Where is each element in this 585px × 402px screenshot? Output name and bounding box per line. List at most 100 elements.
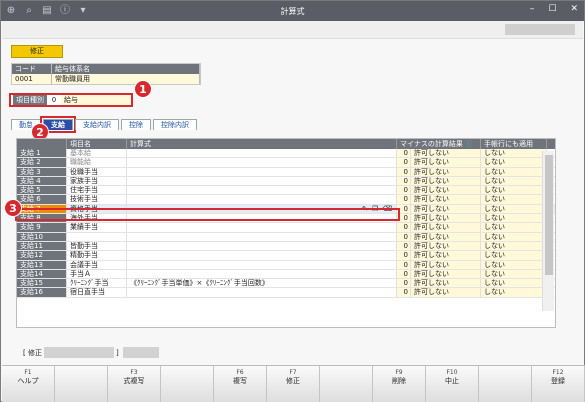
row-apply[interactable]: しない [481, 251, 547, 260]
row-apply[interactable]: しない [481, 214, 547, 223]
row-minus[interactable]: 許可しない [411, 204, 481, 214]
fkey-button[interactable]: F9 削除 [373, 366, 426, 402]
row-no: 支給16 [17, 288, 67, 297]
row-minus-num: 0 [397, 195, 411, 204]
row-apply[interactable]: しない [481, 204, 547, 214]
row-formula[interactable] [127, 288, 397, 297]
row-formula[interactable] [127, 167, 397, 176]
row-apply[interactable]: しない [481, 176, 547, 186]
row-apply[interactable]: しない [481, 232, 547, 241]
tab-deduction[interactable]: 控除 [121, 119, 151, 130]
row-minus[interactable]: 許可しない [411, 232, 481, 241]
row-no: 支給 4 [17, 176, 67, 186]
row-apply[interactable]: しない [481, 167, 547, 176]
row-minus[interactable]: 許可しない [411, 186, 481, 195]
fkey-label: 削除 [392, 377, 406, 385]
close-icon[interactable]: ✕ [570, 4, 578, 14]
fix-mode-label: 修正 [11, 45, 63, 58]
table-row[interactable]: 支給 6 技術手当 0 許可しない しない [17, 195, 555, 205]
row-minus[interactable]: 許可しない [411, 214, 481, 223]
scrollbar-thumb[interactable] [545, 155, 553, 275]
row-formula[interactable] [127, 232, 397, 241]
row-apply[interactable]: しない [481, 186, 547, 195]
grid-scrollbar[interactable] [542, 151, 554, 311]
fkey-button[interactable]: F12 登録 [532, 366, 585, 402]
row-minus[interactable]: 許可しない [411, 260, 481, 269]
row-no: 支給 2 [17, 158, 67, 167]
fkey-button[interactable] [55, 366, 108, 402]
row-minus[interactable]: 許可しない [411, 251, 481, 260]
fkey-button[interactable]: F1 ヘルプ [2, 366, 55, 402]
row-minus[interactable]: 許可しない [411, 241, 481, 251]
row-formula[interactable] [127, 176, 397, 186]
table-row[interactable]: 支給11 皆勤手当 0 許可しない しない [17, 241, 555, 252]
row-minus[interactable]: 許可しない [411, 223, 481, 232]
row-apply[interactable]: しない [481, 269, 547, 279]
row-apply[interactable]: しない [481, 158, 547, 167]
minimize-icon[interactable]: – [530, 4, 535, 14]
row-apply[interactable]: しない [481, 241, 547, 251]
row-apply[interactable]: しない [481, 260, 547, 269]
row-minus-num: 0 [397, 176, 411, 186]
table-row[interactable]: 支給12 精勤手当 0 許可しない しない [17, 251, 555, 261]
table-row[interactable]: 支給10 0 許可しない しない [17, 232, 555, 242]
row-formula[interactable] [127, 158, 397, 167]
fkey-button[interactable]: F7 修正 [267, 366, 320, 402]
info-icon[interactable]: ⓘ [465, 140, 472, 148]
row-name: 精勤手当 [67, 251, 127, 260]
item-kind-value[interactable]: 給与 [61, 95, 131, 105]
fkey-button[interactable]: F3 式複写 [108, 366, 161, 402]
row-minus[interactable]: 許可しない [411, 269, 481, 279]
row-minus[interactable]: 許可しない [411, 288, 481, 297]
row-apply[interactable]: しない [481, 279, 547, 288]
table-row[interactable]: 支給15 ｸﾘｰﾆﾝｸﾞ手当 《ｸﾘｰﾆﾝｸﾞ手当単価》×《ｸﾘｰﾆﾝｸﾞ手当回… [17, 279, 555, 289]
item-kind-field[interactable]: 項目種別 0 給与 [9, 93, 133, 107]
row-minus[interactable]: 許可しない [411, 195, 481, 204]
row-minus[interactable]: 許可しない [411, 158, 481, 167]
row-formula[interactable] [127, 223, 397, 232]
tab-payment-detail[interactable]: 支給内訳 [75, 119, 119, 130]
fkey-button[interactable] [161, 366, 214, 402]
fkey-label: 複写 [233, 377, 247, 385]
row-formula[interactable]: 《ｸﾘｰﾆﾝｸﾞ手当単価》×《ｸﾘｰﾆﾝｸﾞ手当回数》 [127, 279, 397, 288]
fkey-button[interactable]: F6 複写 [214, 366, 267, 402]
fkey-button[interactable] [479, 366, 532, 402]
row-apply[interactable]: しない [481, 223, 547, 232]
row-minus[interactable]: 許可しない [411, 149, 481, 158]
table-row[interactable]: 支給 1 基本給 0 許可しない しない [17, 149, 555, 159]
fkey-label: 修正 [286, 377, 300, 385]
fkey-button[interactable]: F10 中止 [426, 366, 479, 402]
row-apply[interactable]: しない [481, 288, 547, 297]
fkey-button[interactable] [320, 366, 373, 402]
code-value: 0001 [12, 74, 52, 84]
row-formula[interactable] [127, 269, 397, 279]
maximize-icon[interactable]: ☐ [548, 4, 556, 14]
row-apply[interactable]: しない [481, 195, 547, 204]
row-formula[interactable] [127, 260, 397, 269]
table-row[interactable]: 支給 4 家族手当 0 許可しない しない [17, 176, 555, 187]
row-formula[interactable] [127, 241, 397, 251]
table-row[interactable]: 支給 2 職能給 0 許可しない しない [17, 158, 555, 168]
row-minus-num: 0 [397, 279, 411, 288]
tab-deduction-detail[interactable]: 控除内訳 [153, 119, 197, 130]
row-formula[interactable] [127, 186, 397, 195]
row-apply[interactable]: しない [481, 149, 547, 158]
row-formula[interactable] [127, 195, 397, 204]
row-minus[interactable]: 許可しない [411, 279, 481, 288]
window-title: 計算式 [280, 7, 305, 16]
row-formula[interactable] [127, 251, 397, 260]
row-name: 基本給 [67, 149, 127, 158]
row-minus-num: 0 [397, 223, 411, 232]
table-row[interactable]: 支給14 手当Ａ 0 許可しない しない [17, 269, 555, 280]
table-row[interactable]: 支給 9 業績手当 0 許可しない しない [17, 223, 555, 233]
table-row[interactable]: 支給16 宿日直手当 0 許可しない しない [17, 288, 555, 298]
table-row[interactable]: 支給 3 役職手当 0 許可しない しない [17, 167, 555, 177]
table-row[interactable]: 支給 5 住宅手当 0 許可しない しない [17, 186, 555, 196]
table-row[interactable]: 支給13 会議手当 0 許可しない しない [17, 260, 555, 270]
row-formula[interactable] [127, 149, 397, 158]
row-no: 支給14 [17, 269, 67, 279]
grid-header-minus: マイナスの計算結果 ⓘ [397, 139, 481, 149]
fkey-number: F1 [24, 369, 32, 376]
row-minus[interactable]: 許可しない [411, 167, 481, 176]
row-minus[interactable]: 許可しない [411, 176, 481, 186]
